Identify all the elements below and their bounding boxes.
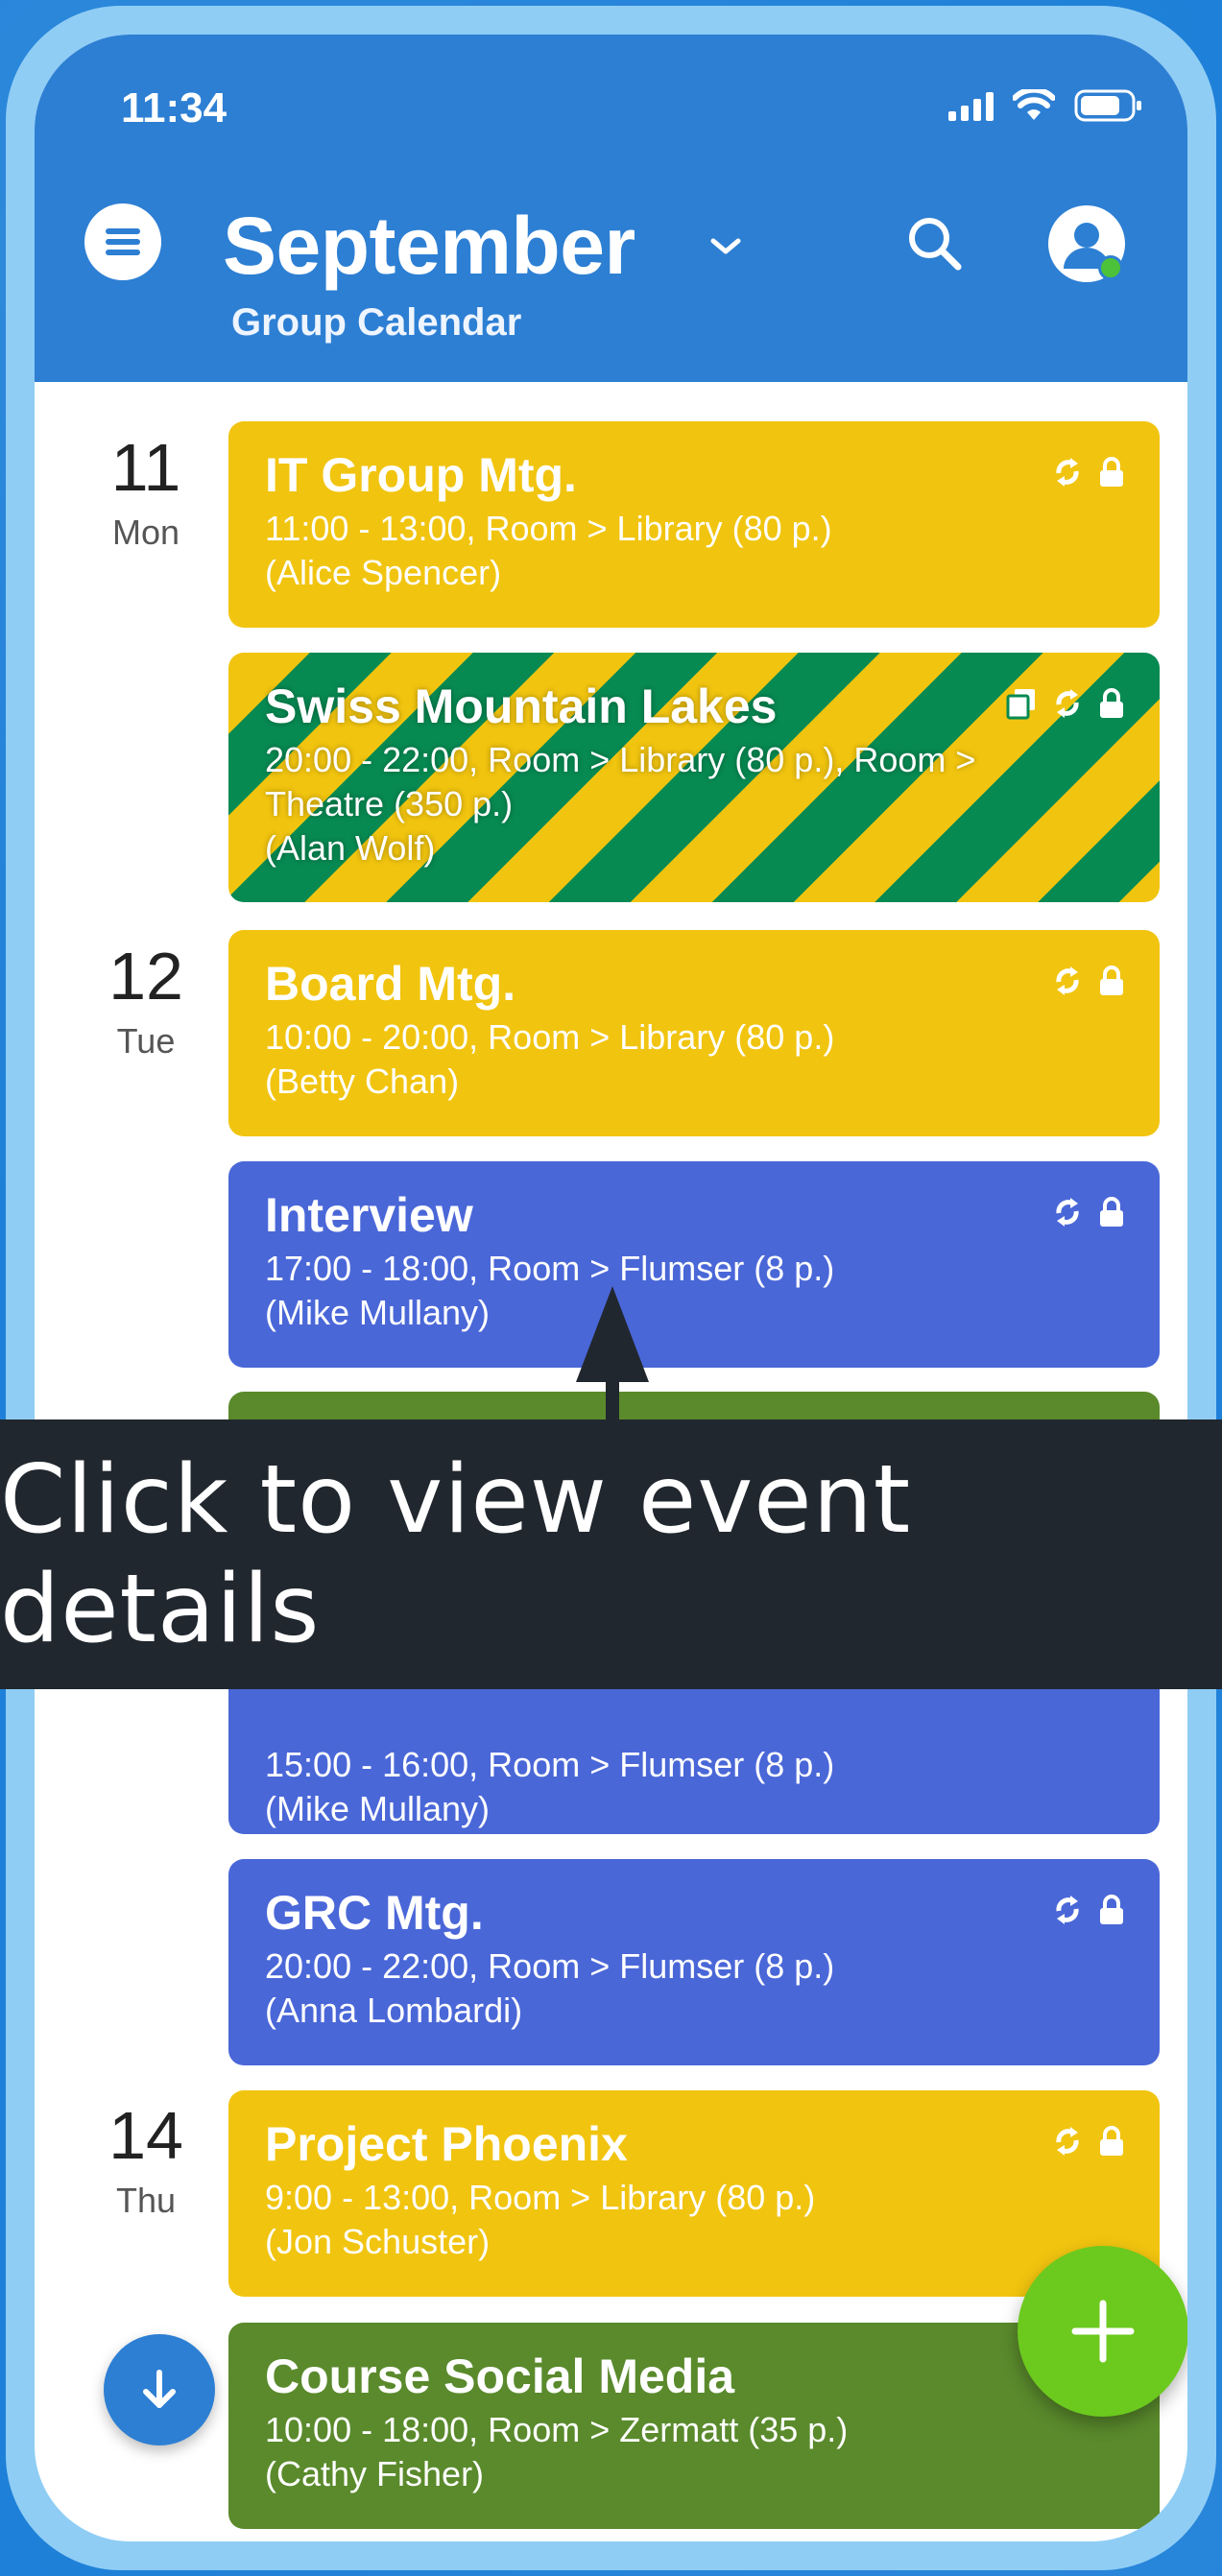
event-card[interactable]: IT Group Mtg. 11:00 - 13:00, Room > Libr… (228, 421, 1160, 628)
day-of-week: Tue (116, 1021, 176, 1061)
repeat-icon (1056, 1198, 1079, 1227)
event-title: Project Phoenix (265, 2117, 628, 2171)
copy-icon (1006, 689, 1035, 720)
day-number: 12 (108, 939, 183, 1014)
event-title: Interview (265, 1188, 473, 1242)
event-organizer: (Mike Mullany) (265, 1789, 491, 1829)
event-organizer: (Cathy Fisher) (265, 2453, 485, 2493)
event-title: Board Mtg. (265, 957, 516, 1011)
event-organizer: (Mike Mullany) (265, 1292, 491, 1332)
event-title: GRC Mtg. (265, 1886, 484, 1940)
day-label-12: 12 Tue (79, 942, 213, 1061)
day-number: 11 (110, 430, 181, 505)
event-time-room-continued: Theatre (350 p.) (265, 783, 514, 823)
day-label-14: 14 Thu (79, 2102, 213, 2221)
lock-icon (1100, 1895, 1123, 1924)
event-organizer: (Jon Schuster) (265, 2221, 491, 2261)
event-organizer: (Alice Spencer) (265, 552, 502, 592)
event-time-room: 10:00 - 18:00, Room > Zermatt (35 p.) (265, 2409, 849, 2449)
menu-icon[interactable] (84, 203, 161, 280)
lock-icon (1100, 966, 1123, 995)
search-icon[interactable] (904, 213, 966, 279)
calendar-subtitle: Group Calendar (231, 301, 522, 344)
event-time-room: 20:00 - 22:00, Room > Library (80 p.), R… (265, 739, 976, 779)
event-time-room: 20:00 - 22:00, Room > Flumser (8 p.) (265, 1945, 835, 1986)
lock-icon (1100, 457, 1123, 487)
lock-icon (1100, 1197, 1123, 1227)
add-event-button[interactable] (1018, 2246, 1187, 2417)
event-card[interactable]: Swiss Mountain Lakes 20:00 - 22:00, Room… (228, 653, 1160, 902)
event-organizer: (Anna Lombardi) (265, 1990, 523, 2030)
month-title[interactable]: September (223, 200, 635, 293)
repeat-icon (1056, 1896, 1079, 1924)
event-card[interactable]: Board Mtg. 10:00 - 20:00, Room > Library… (228, 930, 1160, 1136)
event-time-room: 15:00 - 16:00, Room > Flumser (8 p.) (265, 1745, 835, 1784)
event-card[interactable]: GRC Mtg. 20:00 - 22:00, Room > Flumser (… (228, 1859, 1160, 2065)
event-organizer: (Alan Wolf) (265, 827, 436, 868)
repeat-icon (1056, 689, 1079, 718)
event-time-room: 10:00 - 20:00, Room > Library (80 p.) (265, 1016, 835, 1057)
event-title: Swiss Mountain Lakes (265, 680, 778, 733)
day-number: 14 (108, 2098, 183, 2173)
event-organizer: (Betty Chan) (265, 1061, 460, 1101)
event-title: IT Group Mtg. (265, 448, 577, 502)
battery-icon (1074, 88, 1143, 123)
arrow-down-icon (143, 2370, 176, 2408)
online-status-icon (1098, 255, 1123, 280)
user-avatar-icon[interactable] (1048, 205, 1125, 282)
repeat-icon (1056, 458, 1079, 487)
wifi-icon (1013, 89, 1055, 122)
chevron-down-icon[interactable] (708, 236, 743, 262)
repeat-icon (1056, 2127, 1079, 2156)
event-card[interactable]: Project Phoenix 9:00 - 13:00, Room > Lib… (228, 2090, 1160, 2297)
event-time-room: 17:00 - 18:00, Room > Flumser (8 p.) (265, 1248, 835, 1288)
day-label-11: 11 Mon (79, 434, 213, 553)
status-time: 11:34 (121, 84, 228, 131)
day-of-week: Mon (111, 513, 180, 552)
event-time-room: 11:00 - 13:00, Room > Library (80 p.) (265, 508, 832, 548)
app-header: 11:34 September Group Calendar (35, 35, 1187, 382)
lock-icon (1100, 688, 1123, 718)
day-of-week: Thu (115, 2181, 177, 2220)
event-card[interactable]: Interview 17:00 - 18:00, Room > Flumser … (228, 1161, 1160, 1368)
cellular-signal-icon (948, 90, 994, 121)
event-time-room: 9:00 - 13:00, Room > Library (80 p.) (265, 2177, 816, 2217)
scroll-down-button[interactable] (104, 2334, 215, 2445)
repeat-icon (1056, 966, 1079, 995)
tooltip-text: Click to view event details (0, 1444, 912, 1664)
tooltip-arrow-icon (574, 1286, 651, 1430)
status-icons (948, 88, 1143, 123)
lock-icon (1100, 2126, 1123, 2156)
plus-icon (1071, 2300, 1135, 2363)
event-title: Course Social Media (265, 2349, 735, 2403)
